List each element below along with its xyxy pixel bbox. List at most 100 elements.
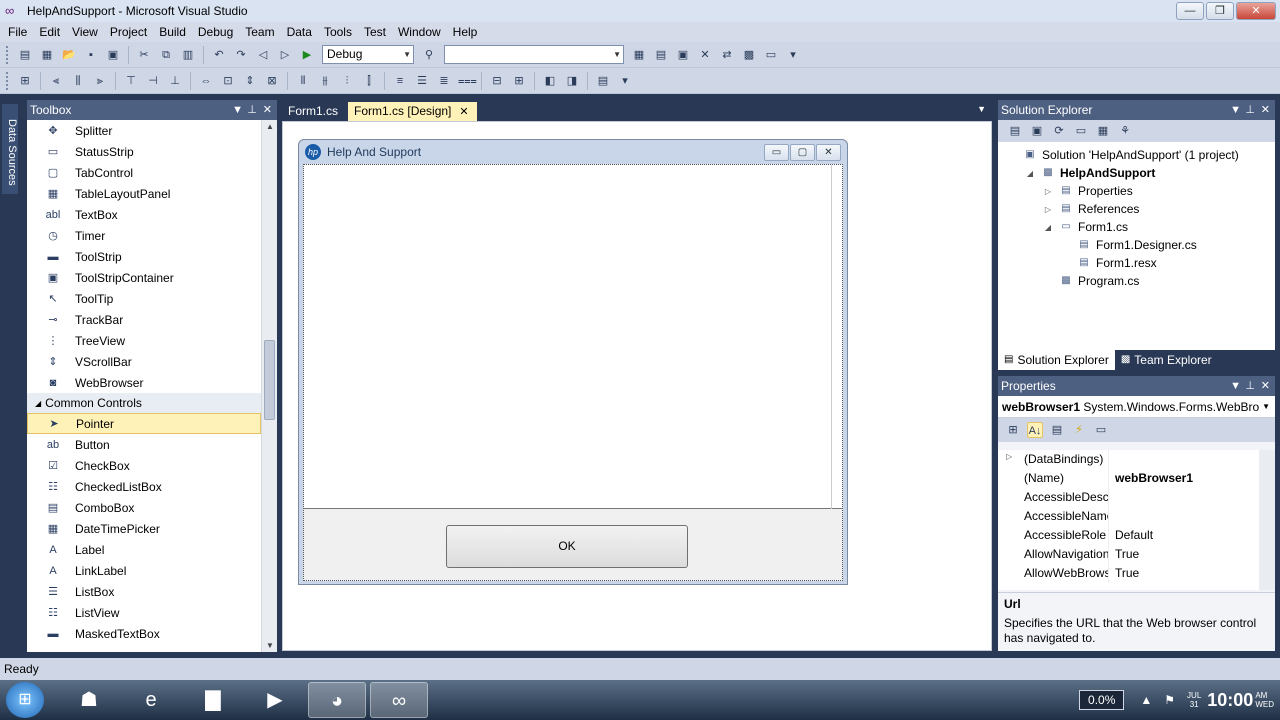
chevron-down-icon[interactable]: ▼ bbox=[232, 100, 243, 120]
taskbar-user-app-icon[interactable]: ☗ bbox=[60, 682, 118, 718]
taskbar-file-explorer-icon[interactable]: ▇ bbox=[184, 682, 242, 718]
tree-node[interactable]: ▤ Form1.Designer.cs bbox=[998, 236, 1275, 254]
horizontal-spacing-decrease-icon[interactable]: ⫶ bbox=[339, 73, 355, 89]
taskbar-media-player-icon[interactable]: ▶ bbox=[246, 682, 304, 718]
data-sources-tab[interactable]: Data Sources bbox=[2, 104, 18, 194]
add-item-icon[interactable]: ▦ bbox=[39, 47, 55, 63]
chevron-down-icon[interactable]: ▼ bbox=[1230, 100, 1241, 120]
property-grid-scrollbar[interactable] bbox=[1259, 450, 1275, 590]
scroll-up-icon[interactable]: ▲ bbox=[266, 122, 274, 131]
horizontal-spacing-increase-icon[interactable]: ⫵ bbox=[317, 73, 333, 89]
size-to-grid-icon[interactable]: ⊡ bbox=[220, 73, 236, 89]
toolbar-grip[interactable] bbox=[6, 45, 10, 64]
menu-view[interactable]: View bbox=[66, 22, 104, 42]
close-icon[interactable]: ✕ bbox=[263, 100, 272, 120]
horizontal-spacing-equal-icon[interactable]: ⫴ bbox=[295, 73, 311, 89]
toolbox-item[interactable]: ▤ ComboBox bbox=[27, 497, 261, 518]
property-pages-icon[interactable]: ▭ bbox=[1093, 422, 1109, 438]
copy-icon[interactable]: ⧉ bbox=[158, 47, 174, 63]
toolbox-item[interactable]: ▭ StatusStrip bbox=[27, 141, 261, 162]
tree-expander-icon[interactable]: ◢ bbox=[1042, 223, 1054, 232]
toolbar-grip[interactable] bbox=[6, 71, 10, 90]
scrollbar-thumb[interactable] bbox=[264, 340, 275, 420]
toolbox-item[interactable]: ▦ TableLayoutPanel bbox=[27, 183, 261, 204]
tree-node[interactable]: ◢ ▭ Form1.cs bbox=[998, 218, 1275, 236]
categorized-icon[interactable]: ⊞ bbox=[1005, 422, 1021, 438]
menu-debug[interactable]: Debug bbox=[192, 22, 239, 42]
property-value[interactable] bbox=[1108, 507, 1258, 526]
taskbar-internet-explorer-icon[interactable]: e bbox=[122, 682, 180, 718]
vertical-spacing-equal-icon[interactable]: ≡ bbox=[392, 73, 408, 89]
menu-build[interactable]: Build bbox=[153, 22, 192, 42]
property-value[interactable]: True bbox=[1108, 564, 1258, 583]
save-all-icon[interactable]: ▣ bbox=[105, 47, 121, 63]
bring-to-front-icon[interactable]: ◧ bbox=[542, 73, 558, 89]
cpu-percent[interactable]: 0.0% bbox=[1079, 690, 1125, 710]
minimize-button[interactable]: — bbox=[1176, 2, 1204, 20]
toolbox-category-common-controls[interactable]: ◢ Common Controls bbox=[27, 393, 261, 413]
toolbox-item[interactable]: ⋮ TreeView bbox=[27, 330, 261, 351]
toolbox-item[interactable]: ☷ ListView bbox=[27, 602, 261, 623]
toolbox-item[interactable]: abl TextBox bbox=[27, 204, 261, 225]
toolbar-options-icon[interactable]: ▾ bbox=[617, 73, 633, 89]
menu-help[interactable]: Help bbox=[447, 22, 484, 42]
center-vertically-icon[interactable]: ⊞ bbox=[511, 73, 527, 89]
toolbox-item[interactable]: ☑ CheckBox bbox=[27, 455, 261, 476]
menu-file[interactable]: File bbox=[2, 22, 33, 42]
toolbox-item[interactable]: ▬ MaskedTextBox bbox=[27, 623, 261, 644]
close-icon[interactable]: ✕ bbox=[1261, 376, 1270, 396]
chevron-down-icon[interactable]: ▼ bbox=[977, 104, 986, 114]
make-same-width-icon[interactable]: ⇔ bbox=[198, 73, 214, 89]
property-row[interactable]: AccessibleDescriptic bbox=[998, 488, 1275, 507]
properties-window-icon[interactable]: ▤ bbox=[653, 47, 669, 63]
toolbox-item[interactable]: ➤ Pointer bbox=[27, 413, 261, 434]
web-browser-control[interactable] bbox=[304, 165, 842, 509]
menu-window[interactable]: Window bbox=[392, 22, 447, 42]
form-close-icon[interactable]: ✕ bbox=[816, 144, 841, 161]
paste-icon[interactable]: ▥ bbox=[180, 47, 196, 63]
events-icon[interactable]: ⚡ bbox=[1071, 422, 1087, 438]
tree-node[interactable]: ▩ Program.cs bbox=[998, 272, 1275, 290]
toolbox-item[interactable]: ◷ Timer bbox=[27, 225, 261, 246]
clock-time[interactable]: 10:00 bbox=[1207, 690, 1253, 711]
tree-node[interactable]: ▣ Solution 'HelpAndSupport' (1 project) bbox=[998, 146, 1275, 164]
horizontal-spacing-remove-icon[interactable]: ⫿ bbox=[361, 73, 377, 89]
view-class-diagram-icon[interactable]: ⚘ bbox=[1117, 123, 1133, 139]
align-centers-icon[interactable]: ⫼ bbox=[70, 73, 86, 89]
close-tab-icon[interactable]: ✕ bbox=[459, 106, 468, 118]
object-browser-icon[interactable]: ▣ bbox=[675, 47, 691, 63]
tab-form1-code[interactable]: Form1.cs bbox=[282, 102, 346, 121]
new-project-icon[interactable]: ▤ bbox=[17, 47, 33, 63]
close-button[interactable]: ✕ bbox=[1236, 2, 1276, 20]
find-combo[interactable]: ▼ bbox=[444, 45, 624, 64]
make-same-size-icon[interactable]: ⊠ bbox=[264, 73, 280, 89]
menu-edit[interactable]: Edit bbox=[33, 22, 66, 42]
tab-team-explorer[interactable]: ▩ Team Explorer bbox=[1115, 350, 1218, 370]
toolbox-item[interactable]: ▢ TabControl bbox=[27, 162, 261, 183]
send-to-back-icon[interactable]: ◨ bbox=[564, 73, 580, 89]
menu-test[interactable]: Test bbox=[358, 22, 392, 42]
property-value[interactable]: Default bbox=[1108, 526, 1258, 545]
form-designer-window[interactable]: hp Help And Support ▭ ▢ ✕ OK bbox=[298, 139, 848, 585]
tab-form1-design[interactable]: Form1.cs [Design] ✕ bbox=[348, 102, 477, 121]
align-middles-icon[interactable]: ⊣ bbox=[145, 73, 161, 89]
property-row[interactable]: AccessibleRole Default bbox=[998, 526, 1275, 545]
vertical-spacing-remove-icon[interactable]: ⩶ bbox=[458, 73, 477, 89]
tree-node[interactable]: ◢ ▩ HelpAndSupport bbox=[998, 164, 1275, 182]
align-to-grid-icon[interactable]: ⊞ bbox=[17, 73, 33, 89]
start-page-icon[interactable]: ▩ bbox=[741, 47, 757, 63]
menu-data[interactable]: Data bbox=[281, 22, 318, 42]
maximize-button[interactable]: ❐ bbox=[1206, 2, 1234, 20]
toolbox-item[interactable]: A Label bbox=[27, 539, 261, 560]
start-button[interactable]: ⊞ bbox=[6, 682, 44, 718]
scroll-down-icon[interactable]: ▼ bbox=[266, 641, 274, 650]
align-rights-icon[interactable]: ⫸ bbox=[92, 73, 108, 89]
toolbox-item[interactable]: ☰ ListBox bbox=[27, 581, 261, 602]
toolbox-item[interactable]: ↖ ToolTip bbox=[27, 288, 261, 309]
pin-icon[interactable]: ⊥ bbox=[1245, 376, 1255, 396]
properties-icon[interactable]: ▤ bbox=[1007, 123, 1023, 139]
ok-button[interactable]: OK bbox=[446, 525, 688, 568]
properties-view-icon[interactable]: ▤ bbox=[1049, 422, 1065, 438]
toolbar-options-icon[interactable]: ▾ bbox=[785, 47, 801, 63]
menu-team[interactable]: Team bbox=[239, 22, 280, 42]
